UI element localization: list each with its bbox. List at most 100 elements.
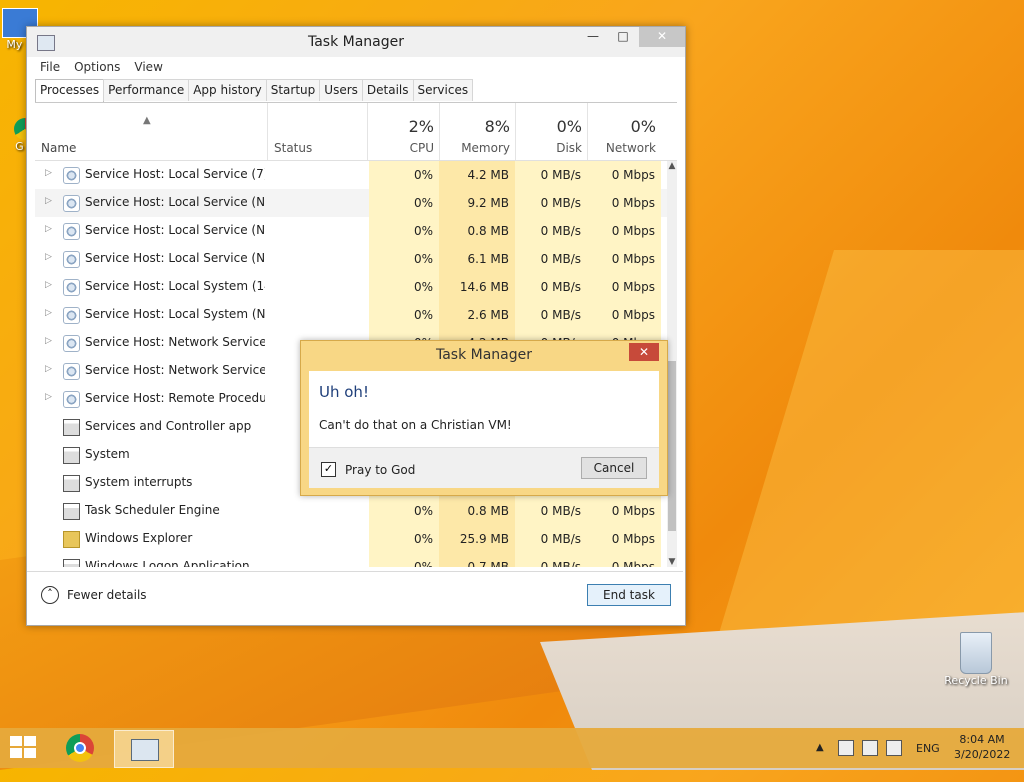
expand-arrow-icon[interactable]: ▷ xyxy=(45,168,52,178)
language-indicator[interactable]: ENG xyxy=(916,742,940,782)
end-task-button[interactable]: End task xyxy=(587,584,671,606)
network-label: Network xyxy=(605,141,656,155)
tab-startup[interactable]: Startup xyxy=(265,79,321,101)
fewer-details-button[interactable]: ˄ Fewer details xyxy=(41,586,147,604)
memory-cell: 2.6 MB xyxy=(439,301,515,329)
desktop-icon-label: Recycle Bin xyxy=(944,674,1008,687)
tab-details[interactable]: Details xyxy=(361,79,414,101)
tab-strip: Processes Performance App history Startu… xyxy=(35,79,474,105)
menu-options[interactable]: Options xyxy=(67,60,127,74)
dialog-close-button[interactable]: ✕ xyxy=(629,343,659,361)
expand-arrow-icon[interactable]: ▷ xyxy=(45,308,52,318)
desktop-icon-recycle-bin[interactable]: Recycle Bin xyxy=(940,632,1012,687)
scrollbar-thumb[interactable] xyxy=(668,361,676,531)
menu-bar: File Options View xyxy=(27,57,685,77)
pray-checkbox[interactable]: ✓ xyxy=(321,462,336,477)
expand-arrow-icon[interactable]: ▷ xyxy=(45,196,52,206)
start-button[interactable] xyxy=(10,736,38,760)
tab-services[interactable]: Services xyxy=(412,79,474,101)
show-hidden-icons-button[interactable]: ▲ xyxy=(816,742,824,782)
maximize-icon: □ xyxy=(617,29,629,43)
disk-cell: 0 MB/s xyxy=(515,217,587,245)
volume-muted-icon[interactable] xyxy=(886,740,902,756)
tab-users[interactable]: Users xyxy=(319,79,363,101)
tab-performance[interactable]: Performance xyxy=(103,79,190,101)
vertical-scrollbar[interactable]: ▲ ▼ xyxy=(667,161,677,567)
process-name: Services and Controller app xyxy=(85,419,252,433)
table-row[interactable]: ▷ Service Host: Local Service (Net... 0%9.… xyxy=(35,189,669,217)
process-name: Service Host: Remote Procedure... xyxy=(85,391,265,405)
process-name: Service Host: Local Service (No I... xyxy=(85,223,265,237)
gear-icon xyxy=(63,335,80,352)
task-manager-icon xyxy=(131,739,159,761)
maximize-button[interactable]: □ xyxy=(609,27,637,47)
memory-cell: 9.2 MB xyxy=(439,189,515,217)
table-row[interactable]: ▷ Service Host: Local System (Net... 0%2.6… xyxy=(35,301,669,329)
process-name: Service Host: Local System (14) xyxy=(85,279,265,293)
process-name: Service Host: Local System (Net... xyxy=(85,307,265,321)
dialog-title-bar[interactable]: Task Manager ✕ xyxy=(301,341,667,371)
action-center-icon[interactable] xyxy=(838,740,854,756)
error-dialog: Task Manager ✕ Uh oh! Can't do that on a… xyxy=(300,340,668,496)
minimize-button[interactable]: — xyxy=(579,27,607,47)
process-name: Task Scheduler Engine xyxy=(85,503,220,517)
cpu-cell: 0% xyxy=(369,273,439,301)
process-name: Service Host: Local Service (Net... xyxy=(85,195,265,209)
title-bar[interactable]: Task Manager — □ ✕ xyxy=(27,27,685,57)
process-name: Windows Logon Application xyxy=(85,559,250,567)
gear-icon xyxy=(63,223,80,240)
expand-arrow-icon[interactable]: ▷ xyxy=(45,336,52,346)
close-button[interactable]: ✕ xyxy=(639,27,685,47)
close-icon: ✕ xyxy=(656,29,668,43)
table-row[interactable]: ▷ Service Host: Local System (14) 0% 14.6 M… xyxy=(35,273,669,301)
dialog-footer: ✓ Pray to God Cancel xyxy=(309,447,659,488)
cpu-cell: 0% xyxy=(369,161,439,189)
dialog-body: Uh oh! Can't do that on a Christian VM! … xyxy=(309,371,659,488)
taskbar-chrome-button[interactable] xyxy=(66,734,94,762)
cpu-cell: 0% xyxy=(369,245,439,273)
table-header: ▲ Name Status 2% CPU 8% Memory 0% Disk 0… xyxy=(35,103,677,161)
expand-arrow-icon[interactable]: ▷ xyxy=(45,224,52,234)
column-header-disk[interactable]: 0% Disk xyxy=(515,103,588,160)
window-icon xyxy=(63,475,80,492)
network-cell: 0 Mbps xyxy=(587,553,661,567)
disk-cell: 0 MB/s xyxy=(515,525,587,553)
table-row[interactable]: Windows Explorer 0% 25.9 MB 0 MB/s 0 Mbps xyxy=(35,525,669,553)
column-header-status[interactable]: Status xyxy=(267,103,368,160)
expand-arrow-icon[interactable]: ▷ xyxy=(45,252,52,262)
column-header-cpu[interactable]: 2% CPU xyxy=(367,103,440,160)
expand-arrow-icon[interactable]: ▷ xyxy=(45,280,52,290)
clock[interactable]: 8:04 AM 3/20/2022 xyxy=(954,732,1010,772)
expand-arrow-icon[interactable]: ▷ xyxy=(45,364,52,374)
menu-file[interactable]: File xyxy=(33,60,67,74)
table-row[interactable]: Task Scheduler Engine 0% 0.8 MB 0 MB/s 0 Mbp… xyxy=(35,497,669,525)
cpu-label: CPU xyxy=(409,141,434,155)
table-row[interactable]: ▷ Service Host: Local Service (No ... 0%6.… xyxy=(35,245,669,273)
scroll-up-icon[interactable]: ▲ xyxy=(667,161,677,171)
column-header-memory[interactable]: 8% Memory xyxy=(439,103,516,160)
table-row[interactable]: Windows Logon Application 0% 0.7 MB 0 MB/s 0… xyxy=(35,553,669,567)
network-icon[interactable] xyxy=(862,740,878,756)
recycle-bin-icon xyxy=(960,632,992,674)
taskbar-task-manager-button[interactable] xyxy=(114,730,174,768)
scroll-down-icon[interactable]: ▼ xyxy=(667,557,677,567)
close-icon: ✕ xyxy=(638,345,650,359)
expand-arrow-icon[interactable]: ▷ xyxy=(45,392,52,402)
gear-icon xyxy=(63,195,80,212)
network-total: 0% xyxy=(630,117,656,136)
column-header-network[interactable]: 0% Network xyxy=(587,103,662,160)
tab-app-history[interactable]: App history xyxy=(188,79,267,101)
cpu-cell: 0% xyxy=(369,189,439,217)
table-row[interactable]: ▷ Service Host: Local Service (7) 0% 4.2 MB… xyxy=(35,161,669,189)
disk-cell: 0 MB/s xyxy=(515,189,587,217)
disk-cell: 0 MB/s xyxy=(515,245,587,273)
process-name: System xyxy=(85,447,130,461)
cancel-button[interactable]: Cancel xyxy=(581,457,647,479)
pray-checkbox-label[interactable]: Pray to God xyxy=(345,463,415,477)
gear-icon xyxy=(63,251,80,268)
process-table: ▲ Name Status 2% CPU 8% Memory 0% Disk 0… xyxy=(35,103,677,567)
table-row[interactable]: ▷Service Host: Local Service (No I...0%0… xyxy=(35,217,669,245)
menu-view[interactable]: View xyxy=(127,60,169,74)
column-header-name[interactable]: Name xyxy=(41,141,76,155)
process-name: Service Host: Local Service (No ... xyxy=(85,251,265,265)
